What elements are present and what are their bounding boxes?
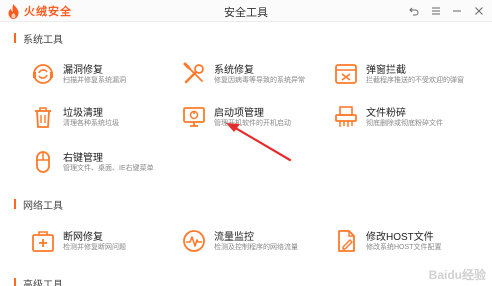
menu-button[interactable]	[427, 2, 445, 20]
section-title-network-tools: 网络工具	[14, 197, 63, 212]
tool-vulnerability-repair[interactable]: 漏洞修复 扫描并修复系统漏洞	[30, 60, 190, 94]
tool-name: 漏洞修复	[63, 65, 103, 76]
section-title-text: 高级工具	[23, 279, 63, 286]
tool-name: 断网修复	[63, 232, 103, 243]
back-icon	[409, 7, 419, 16]
host-file-icon	[338, 230, 355, 252]
tool-desc: 检测并修复断网问题	[63, 244, 126, 251]
startup-monitor-icon	[183, 107, 205, 127]
tool-desc: 管理开机软件的开机启动	[214, 120, 291, 127]
tool-desc: 彻底删除或彻底粉碎文件	[366, 120, 443, 127]
close-icon	[475, 7, 483, 15]
minimize-button[interactable]	[448, 2, 466, 20]
tool-context-menu-manager[interactable]: 右键管理 管理文件、桌面、IE右键菜单	[30, 148, 190, 182]
tool-traffic-monitor[interactable]: 流量监控 检测及控制程序的网络流量	[181, 227, 341, 261]
section-title-text: 系统工具	[23, 34, 63, 46]
tool-popup-block[interactable]: 弹窗拦截 拦截程序推送的不受欢迎的弹窗	[333, 60, 492, 94]
tool-junk-cleanup[interactable]: 垃圾清理 清理各种系统垃圾	[30, 103, 190, 137]
shredder-icon	[335, 106, 357, 127]
network-repair-icon	[32, 231, 54, 252]
section-accent-bar	[14, 199, 16, 209]
tool-name: 右键管理	[63, 153, 103, 164]
trash-icon	[35, 107, 51, 128]
popup-block-icon	[335, 64, 357, 84]
tool-name: 修改HOST文件	[366, 232, 434, 243]
tool-name: 流量监控	[214, 232, 254, 243]
tool-desc: 修复因病毒等导致的系统异常	[214, 77, 305, 84]
section-title-text: 网络工具	[23, 200, 63, 212]
tool-desc: 管理文件、桌面、IE右键菜单	[63, 165, 154, 172]
tool-system-repair[interactable]: 系统修复 修复因病毒等导致的系统异常	[181, 60, 341, 94]
section-title-system-tools: 系统工具	[14, 31, 63, 46]
section-title-advanced-tools: 高级工具	[14, 276, 63, 286]
back-button[interactable]	[405, 2, 423, 20]
title-bar: 火绒安全 安全工具	[0, 0, 492, 22]
tool-file-shredder[interactable]: 文件粉碎 彻底删除或彻底粉碎文件	[333, 103, 492, 137]
tool-startup-manager[interactable]: 启动项管理 管理开机软件的开机启动	[181, 103, 341, 137]
section-accent-bar	[14, 278, 16, 286]
minimize-icon	[453, 10, 461, 12]
tool-name: 系统修复	[214, 65, 254, 76]
shield-refresh-icon	[33, 64, 53, 84]
tool-name: 启动项管理	[214, 108, 264, 119]
tool-desc: 修改系统HOST文件配置	[366, 244, 442, 251]
menu-icon	[432, 7, 440, 15]
tool-desc: 拦截程序推送的不受欢迎的弹窗	[366, 77, 464, 84]
tool-modify-host-file[interactable]: 修改HOST文件 修改系统HOST文件配置	[333, 227, 492, 261]
tool-name: 弹窗拦截	[366, 65, 406, 76]
tool-desc: 扫描并修复系统漏洞	[63, 77, 126, 84]
wrench-screwdriver-icon	[183, 62, 204, 84]
traffic-monitor-icon	[183, 230, 205, 252]
tool-desc: 检测及控制程序的网络流量	[214, 244, 298, 251]
watermark-logo: Baidu经验	[428, 268, 486, 282]
tool-name: 垃圾清理	[63, 108, 103, 119]
tool-desc: 清理各种系统垃圾	[63, 120, 119, 127]
tool-name: 文件粉碎	[366, 108, 406, 119]
section-accent-bar	[14, 33, 16, 43]
tool-network-repair[interactable]: 断网修复 检测并修复断网问题	[30, 227, 190, 261]
close-button[interactable]	[470, 2, 488, 20]
mouse-icon	[36, 151, 50, 173]
